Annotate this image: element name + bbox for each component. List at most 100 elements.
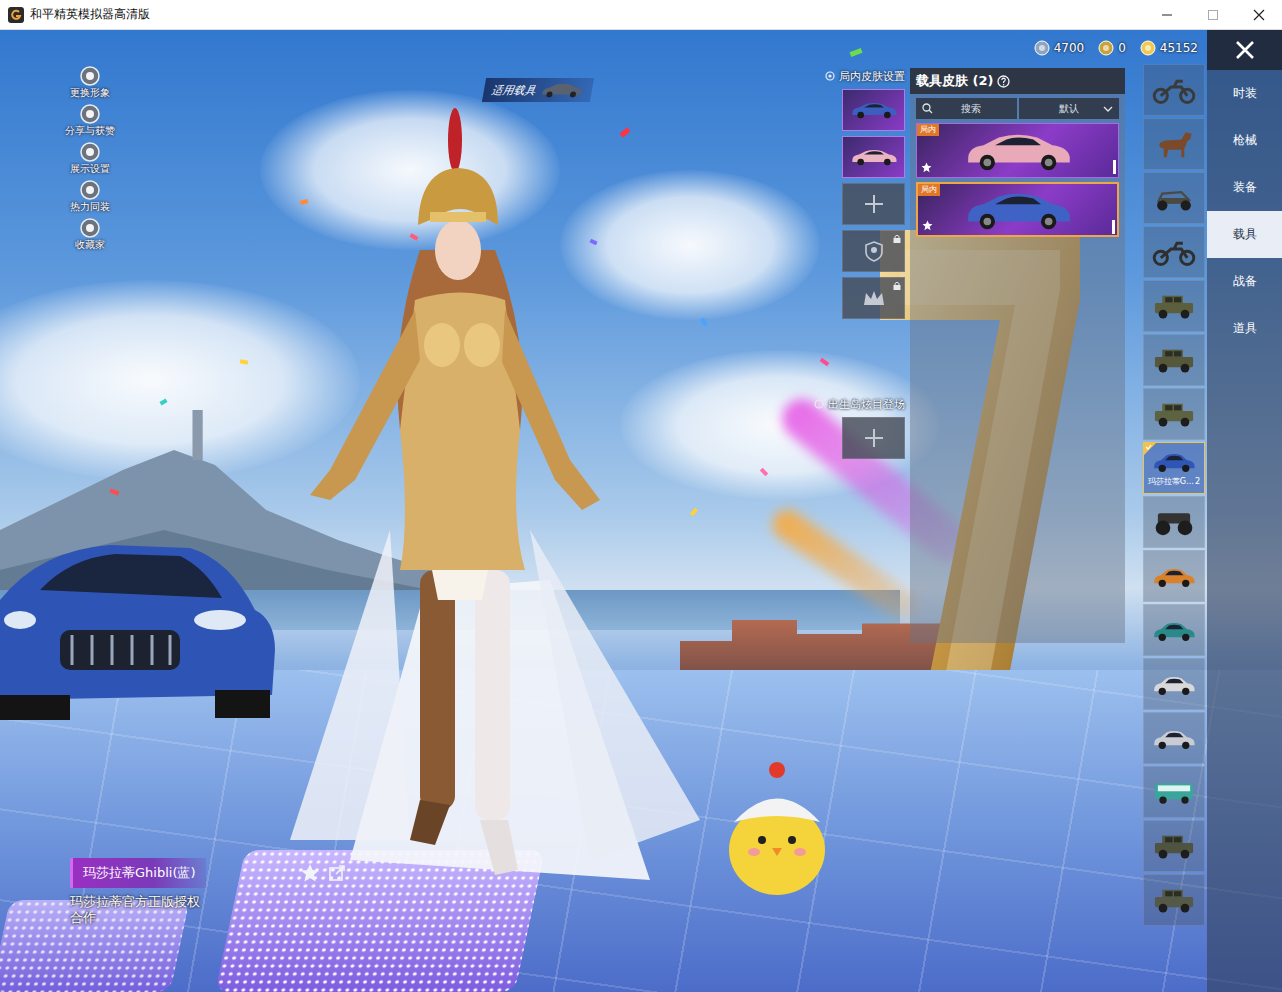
- car-skin-icon: [958, 128, 1078, 174]
- close-x-icon: [1234, 39, 1256, 61]
- close-icon[interactable]: [1236, 0, 1282, 30]
- emblem-icon: [863, 240, 885, 262]
- maximize-icon[interactable]: [1190, 0, 1236, 30]
- currency-item: 4700: [1034, 40, 1085, 56]
- minimize-icon[interactable]: [1144, 0, 1190, 30]
- menu-circle-icon: [80, 180, 100, 200]
- crown-icon: [862, 288, 886, 308]
- car-icon: [1152, 615, 1196, 645]
- currency-item: 45152: [1140, 40, 1198, 56]
- skin-slot[interactable]: [842, 89, 905, 131]
- search-field[interactable]: 搜索: [916, 98, 1017, 119]
- favorite-star-icon[interactable]: [300, 863, 320, 883]
- equipped-check-icon: [1144, 443, 1156, 455]
- category-tab[interactable]: 战备: [1207, 258, 1282, 305]
- vehicle-item[interactable]: [1143, 172, 1205, 224]
- share-icon[interactable]: [328, 864, 346, 882]
- cloud: [0, 280, 360, 480]
- panel-tools: 搜索 默认: [910, 98, 1125, 119]
- vehicle-item[interactable]: [1143, 118, 1205, 170]
- panel-title: 载具皮肤 (2): [916, 72, 993, 90]
- sort-dropdown[interactable]: 默认: [1019, 98, 1120, 119]
- left-menu-label: 更换形象: [70, 86, 110, 100]
- jeep-icon: [1152, 345, 1196, 375]
- coin-icon: [1098, 40, 1114, 56]
- applicable-vehicle-tag: 适用载具: [482, 78, 594, 102]
- pet-chick: [722, 760, 832, 900]
- vehicle-item[interactable]: [1143, 496, 1205, 548]
- currency-amount: 0: [1118, 41, 1126, 55]
- help-icon[interactable]: [997, 75, 1010, 88]
- vehicle-item[interactable]: [1143, 712, 1205, 764]
- vehicle-item[interactable]: 玛莎拉蒂G...2: [1143, 442, 1205, 494]
- character-model: [270, 100, 710, 890]
- maserati-car-model: [0, 520, 280, 720]
- car-skin-icon: [958, 187, 1078, 233]
- star-icon: [921, 162, 932, 173]
- vehicle-count: 2: [1195, 476, 1200, 486]
- left-menu-item[interactable]: 分享与获赞: [56, 104, 124, 142]
- category-tab[interactable]: 载具: [1207, 211, 1282, 258]
- search-placeholder: 搜索: [961, 102, 981, 116]
- vehicle-item[interactable]: [1143, 64, 1205, 116]
- skin-slot[interactable]: [842, 277, 905, 319]
- car-skin-icon: [849, 99, 899, 121]
- category-tab[interactable]: 时装: [1207, 70, 1282, 117]
- vehicle-item[interactable]: [1143, 280, 1205, 332]
- vehicle-item[interactable]: [1143, 550, 1205, 602]
- cloud: [560, 170, 820, 320]
- star-icon: [922, 220, 933, 231]
- menu-circle-icon: [80, 104, 100, 124]
- search-icon: [922, 103, 933, 114]
- car-icon: [1152, 669, 1196, 699]
- jeep-icon: [1152, 399, 1196, 429]
- currency-bar: 4700 0 45152: [1034, 40, 1198, 56]
- left-menu-item[interactable]: 展示设置: [56, 142, 124, 180]
- category-tab[interactable]: 枪械: [1207, 117, 1282, 164]
- close-button[interactable]: [1207, 30, 1282, 70]
- left-menu-label: 分享与获赞: [65, 124, 115, 138]
- lock-icon: [893, 281, 901, 290]
- skin-card[interactable]: 局内: [916, 123, 1119, 178]
- panel-header: 载具皮肤 (2): [910, 68, 1125, 94]
- currency-item: 0: [1098, 40, 1126, 56]
- vehicle-item[interactable]: [1143, 388, 1205, 440]
- left-menu-item[interactable]: 更换形象: [56, 66, 124, 104]
- vehicle-label: 玛莎拉蒂G...: [1148, 476, 1194, 487]
- vehicle-item[interactable]: [1143, 820, 1205, 872]
- jeep-icon: [1152, 831, 1196, 861]
- vehicle-item[interactable]: [1143, 874, 1205, 926]
- truck-icon: [1152, 507, 1196, 537]
- horse-icon: [1152, 129, 1196, 159]
- car-icon: [1152, 561, 1196, 591]
- left-menu-item[interactable]: 热力同装: [56, 180, 124, 218]
- vehicle-item[interactable]: [1143, 658, 1205, 710]
- vehicle-item[interactable]: [1143, 604, 1205, 656]
- eye-icon: [825, 71, 835, 81]
- coin-icon: [1140, 40, 1156, 56]
- category-tab[interactable]: 装备: [1207, 164, 1282, 211]
- car-icon: [1152, 446, 1196, 476]
- right-hud: 局内皮肤设置出生岛炫目登场载具皮肤 (2)搜索默认局内局内玛莎拉蒂G...2时装…: [800, 30, 1282, 992]
- spawn-slot[interactable]: [842, 417, 905, 459]
- vehicle-item[interactable]: [1143, 766, 1205, 818]
- left-menu-item[interactable]: 收藏家: [56, 218, 124, 256]
- vehicle-item[interactable]: [1143, 334, 1205, 386]
- vehicle-item[interactable]: [1143, 226, 1205, 278]
- help-icon[interactable]: [814, 399, 824, 409]
- skin-slot[interactable]: [842, 183, 905, 225]
- left-menu: 更换形象分享与获赞展示设置热力同装收藏家: [56, 66, 124, 256]
- category-tab[interactable]: 道具: [1207, 305, 1282, 352]
- skin-slot[interactable]: [842, 136, 905, 178]
- lock-icon: [893, 234, 901, 243]
- vehicle-list: 玛莎拉蒂G...2: [1143, 64, 1207, 926]
- title-bar: 和平精英模拟器高清版: [0, 0, 1282, 30]
- app-logo-icon: [8, 7, 24, 23]
- vehicle-skin-name: 玛莎拉蒂Ghibli(蓝): [70, 858, 206, 888]
- currency-amount: 45152: [1160, 41, 1198, 55]
- confetti: [850, 48, 863, 57]
- skin-card[interactable]: 局内: [916, 182, 1119, 237]
- jeep-icon: [1152, 291, 1196, 321]
- plus-icon: [863, 427, 885, 449]
- skin-slot[interactable]: [842, 230, 905, 272]
